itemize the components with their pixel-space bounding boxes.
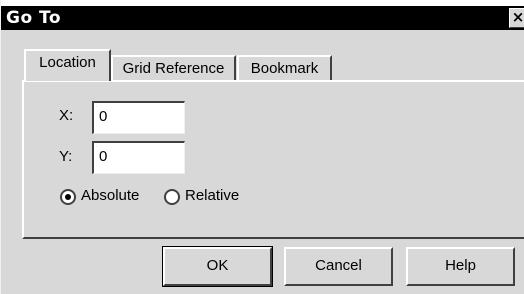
tab-grid-reference-label: Grid Reference	[122, 60, 225, 77]
tab-location[interactable]: Location	[24, 49, 111, 81]
relative-radio[interactable]	[164, 189, 180, 205]
absolute-radio[interactable]	[60, 189, 76, 205]
ok-button[interactable]: OK	[162, 246, 273, 287]
close-button[interactable]: ×	[509, 8, 524, 28]
x-label: X:	[59, 107, 74, 124]
radio-selected-dot	[65, 194, 71, 200]
title-bar[interactable]: Go To ×	[1, 0, 524, 30]
y-input[interactable]: 0	[92, 141, 185, 174]
window-title: Go To	[6, 8, 62, 28]
tab-location-label: Location	[39, 54, 96, 71]
relative-label[interactable]: Relative	[185, 187, 239, 204]
location-panel: X: 0 Y: 0 Absolute Relative	[22, 80, 524, 239]
help-button[interactable]: Help	[406, 247, 515, 286]
tab-grid-reference[interactable]: Grid Reference	[111, 55, 236, 81]
y-label: Y:	[59, 148, 73, 165]
absolute-label[interactable]: Absolute	[81, 187, 139, 204]
cancel-button[interactable]: Cancel	[284, 247, 393, 286]
tab-bookmark[interactable]: Bookmark	[237, 55, 332, 81]
x-input[interactable]: 0	[92, 101, 185, 134]
goto-dialog: Go To × Location Grid Reference Bookmark…	[0, 0, 524, 294]
tab-bookmark-label: Bookmark	[250, 60, 319, 77]
close-icon: ×	[511, 8, 524, 26]
